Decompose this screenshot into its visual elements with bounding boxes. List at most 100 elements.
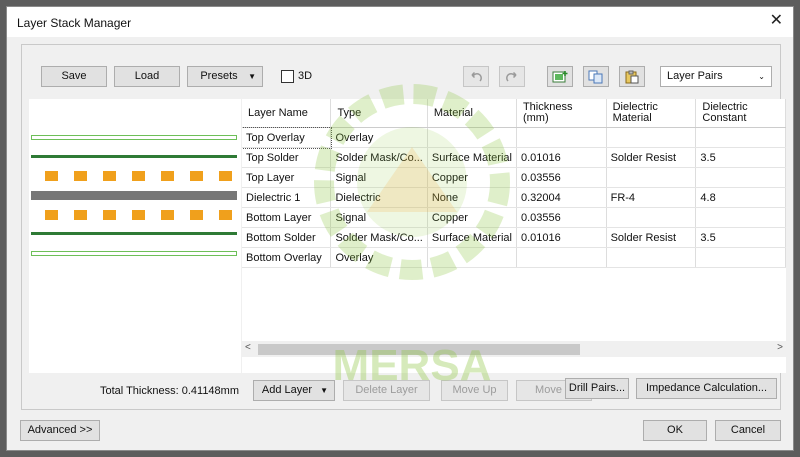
table-cell[interactable] bbox=[606, 167, 697, 188]
paste-icon[interactable] bbox=[619, 66, 645, 87]
table-cell[interactable]: Solder Mask/Co... bbox=[330, 147, 428, 168]
table-cell[interactable]: 0.32004 bbox=[516, 187, 607, 208]
table-cell[interactable]: Surface Material bbox=[427, 147, 517, 168]
table-row[interactable]: Top Overlay Overlay bbox=[242, 126, 786, 149]
table-cell[interactable]: 3.5 bbox=[695, 227, 786, 248]
redo-icon[interactable] bbox=[499, 66, 525, 87]
drill-pairs-button[interactable]: Drill Pairs... bbox=[565, 378, 629, 399]
table-row[interactable]: Top Layer Signal Copper 0.03556 bbox=[242, 167, 786, 188]
table-cell[interactable] bbox=[695, 127, 786, 148]
title-bar: Layer Stack Manager ✕ bbox=[7, 7, 793, 37]
table-cell[interactable]: Copper bbox=[427, 167, 517, 188]
table-cell[interactable]: Overlay bbox=[330, 247, 428, 268]
table-cell[interactable] bbox=[606, 127, 697, 148]
column-header-dielectric-constant[interactable]: Dielectric Constant bbox=[695, 99, 786, 128]
table-cell[interactable]: 4.8 bbox=[695, 187, 786, 208]
table-cell[interactable]: Dielectric bbox=[330, 187, 428, 208]
chevron-down-icon: ⌄ bbox=[758, 72, 765, 81]
table-cell[interactable]: FR-4 bbox=[606, 187, 697, 208]
impedance-calculation-button[interactable]: Impedance Calculation... bbox=[636, 378, 777, 399]
column-header-material[interactable]: Material bbox=[427, 99, 517, 128]
table-cell[interactable]: 0.03556 bbox=[516, 167, 607, 188]
table-cell[interactable] bbox=[695, 247, 786, 268]
table-cell[interactable] bbox=[606, 247, 697, 268]
add-layer-label: Add Layer bbox=[261, 384, 313, 396]
table-cell[interactable]: 0.01016 bbox=[516, 227, 607, 248]
column-header-type[interactable]: Type bbox=[330, 99, 428, 128]
add-layer-pair-icon[interactable] bbox=[547, 66, 573, 87]
move-up-button[interactable]: Move Up bbox=[441, 380, 508, 401]
cancel-button[interactable]: Cancel bbox=[715, 420, 781, 441]
total-thickness-label: Total Thickness: 0.41148mm bbox=[100, 385, 239, 397]
bottom-overlay-graphic bbox=[31, 251, 237, 256]
horizontal-scrollbar[interactable]: < > bbox=[242, 341, 786, 357]
table-cell[interactable]: 0.01016 bbox=[516, 147, 607, 168]
top-solder-graphic bbox=[31, 155, 237, 158]
layer-stack-manager-dialog: Layer Stack Manager ✕ Save Load Presets … bbox=[6, 6, 794, 451]
top-overlay-graphic bbox=[31, 135, 237, 140]
table-cell[interactable]: 0.03556 bbox=[516, 207, 607, 228]
bottom-solder-graphic bbox=[31, 232, 237, 235]
table-row[interactable]: Bottom Layer Signal Copper 0.03556 bbox=[242, 207, 786, 228]
chevron-down-icon: ▼ bbox=[248, 72, 256, 81]
table-cell[interactable]: Solder Mask/Co... bbox=[330, 227, 428, 248]
column-header-layer-name[interactable]: Layer Name bbox=[242, 99, 332, 128]
column-header-dielectric-material[interactable]: Dielectric Material bbox=[606, 99, 697, 128]
3d-checkbox[interactable] bbox=[281, 70, 294, 83]
close-icon[interactable]: ✕ bbox=[770, 13, 783, 29]
table-cell[interactable]: Dielectric 1 bbox=[242, 187, 332, 208]
scrollbar-thumb[interactable] bbox=[258, 344, 580, 355]
3d-checkbox-label: 3D bbox=[298, 70, 313, 82]
dielectric-graphic bbox=[31, 191, 237, 200]
table-header-row: Layer Name Type Material Thickness (mm) … bbox=[242, 99, 786, 128]
table-cell[interactable]: Solder Resist bbox=[606, 147, 697, 168]
table-cell[interactable]: Overlay bbox=[330, 127, 428, 148]
table-cell[interactable] bbox=[695, 167, 786, 188]
table-cell[interactable]: Top Layer bbox=[242, 167, 332, 188]
layer-pairs-value: Layer Pairs bbox=[667, 70, 723, 82]
dialog-title: Layer Stack Manager bbox=[17, 16, 132, 30]
table-cell[interactable]: Top Overlay bbox=[242, 126, 332, 149]
table-cell[interactable] bbox=[427, 247, 517, 268]
main-panel: Save Load Presets ▼ 3D Layer Pairs ⌄ Lay… bbox=[21, 44, 786, 410]
column-header-thickness[interactable]: Thickness (mm) bbox=[516, 99, 607, 128]
layer-pairs-dropdown[interactable]: Layer Pairs ⌄ bbox=[660, 66, 772, 87]
table-row[interactable]: Bottom Solder Solder Mask/Co... Surface Ma… bbox=[242, 227, 786, 248]
table-row[interactable]: Bottom Overlay Overlay bbox=[242, 247, 786, 268]
table-cell[interactable]: Surface Material bbox=[427, 227, 517, 248]
table-cell[interactable] bbox=[427, 127, 517, 148]
layer-table: Layer Name Type Material Thickness (mm) … bbox=[242, 99, 786, 268]
ok-button[interactable]: OK bbox=[643, 420, 707, 441]
table-cell[interactable]: None bbox=[427, 187, 517, 208]
table-cell[interactable]: 3.5 bbox=[695, 147, 786, 168]
add-layer-button[interactable]: Add Layer ▼ bbox=[253, 380, 335, 401]
table-cell[interactable]: Signal bbox=[330, 207, 428, 228]
table-cell[interactable]: Bottom Layer bbox=[242, 207, 332, 228]
table-cell[interactable] bbox=[516, 127, 607, 148]
bottom-layer-graphic bbox=[45, 210, 232, 220]
scroll-right-icon[interactable]: > bbox=[777, 342, 783, 353]
stack-preview bbox=[29, 99, 241, 373]
undo-icon[interactable] bbox=[463, 66, 489, 87]
scroll-left-icon[interactable]: < bbox=[245, 342, 251, 353]
table-cell[interactable] bbox=[695, 207, 786, 228]
presets-label: Presets bbox=[200, 70, 238, 82]
table-cell[interactable] bbox=[606, 207, 697, 228]
table-cell[interactable] bbox=[516, 247, 607, 268]
table-cell[interactable]: Bottom Solder bbox=[242, 227, 332, 248]
chevron-down-icon: ▼ bbox=[320, 386, 328, 395]
table-cell[interactable]: Copper bbox=[427, 207, 517, 228]
table-cell[interactable]: Bottom Overlay bbox=[242, 247, 332, 268]
presets-button[interactable]: Presets ▼ bbox=[187, 66, 263, 87]
table-row[interactable]: Dielectric 1 Dielectric None 0.32004 FR-4 4.8 bbox=[242, 187, 786, 208]
table-cell[interactable]: Top Solder bbox=[242, 147, 332, 168]
delete-layer-button[interactable]: Delete Layer bbox=[343, 380, 430, 401]
top-layer-graphic bbox=[45, 171, 232, 181]
copy-icon[interactable] bbox=[583, 66, 609, 87]
save-button[interactable]: Save bbox=[41, 66, 107, 87]
table-cell[interactable]: Signal bbox=[330, 167, 428, 188]
load-button[interactable]: Load bbox=[114, 66, 180, 87]
table-row[interactable]: Top Solder Solder Mask/Co... Surface Mater… bbox=[242, 147, 786, 168]
advanced-button[interactable]: Advanced >> bbox=[20, 420, 100, 441]
table-cell[interactable]: Solder Resist bbox=[606, 227, 697, 248]
